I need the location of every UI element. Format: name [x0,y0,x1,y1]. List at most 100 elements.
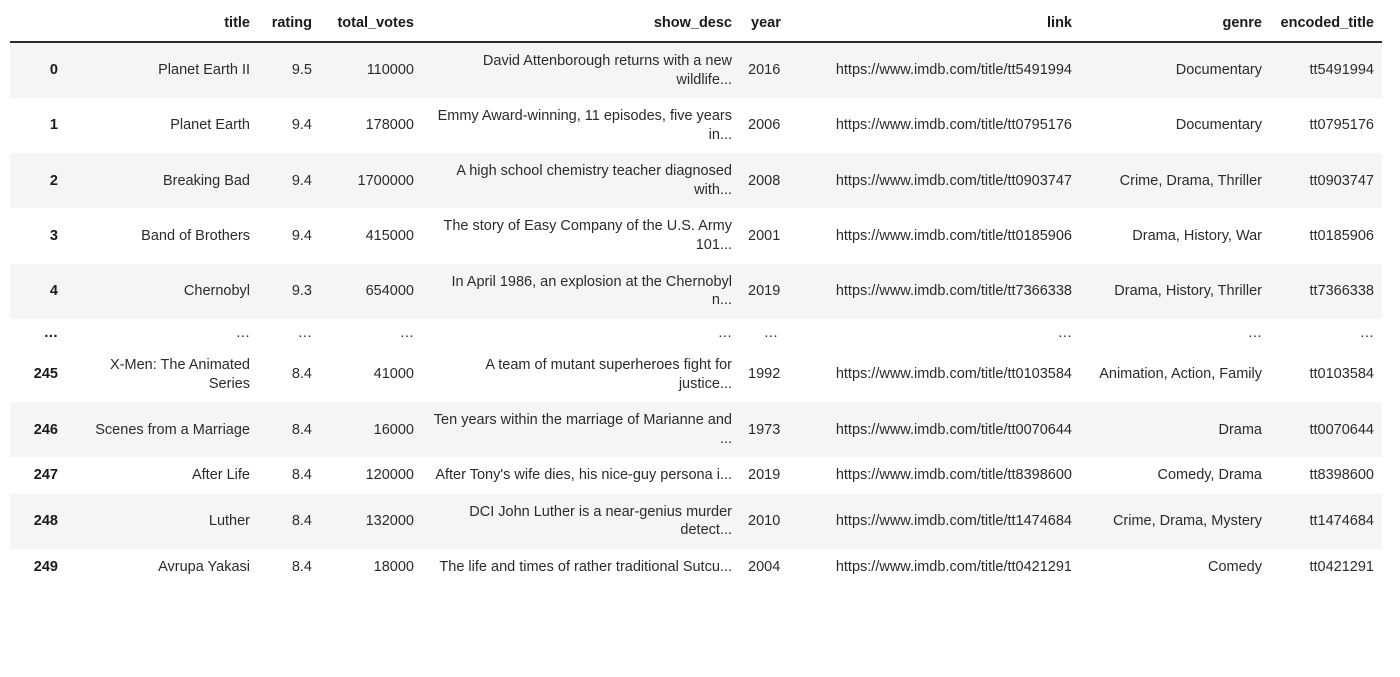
cell-title: Chernobyl [66,263,258,319]
cell-total-votes: 415000 [320,208,422,264]
cell-year: 2016 [740,42,786,99]
cell-link: https://www.imdb.com/title/tt1474684 [786,493,1080,549]
cell-rating: 8.4 [258,402,320,458]
table-row: 2 Breaking Bad 9.4 1700000 A high school che… [10,153,1382,209]
row-index: 246 [10,402,66,458]
column-header-rating[interactable]: rating [258,14,320,44]
cell-link: https://www.imdb.com/title/tt0421291 [786,548,1080,586]
table-header: title rating total_votes show_desc year … [10,14,1382,44]
cell-show-desc: A team of mutant superheroes fight for j… [422,347,740,403]
cell-show-desc: David Attenborough returns with a new wi… [422,42,740,99]
row-index: 248 [10,493,66,549]
cell-encoded-title: tt5491994 [1270,42,1382,99]
cell-title: Avrupa Yakasi [66,548,258,586]
cell-link: https://www.imdb.com/title/tt0103584 [786,347,1080,403]
cell-encoded-title: tt0070644 [1270,402,1382,458]
row-index: 4 [10,263,66,319]
table-row: 249 Avrupa Yakasi 8.4 18000 The life and tim… [10,548,1382,586]
cell-genre: Animation, Action, Family [1080,347,1270,403]
cell-ellipsis-genre: ... [1080,318,1270,348]
cell-title: Planet Earth II [66,42,258,99]
cell-genre: Drama, History, War [1080,208,1270,264]
cell-link: https://www.imdb.com/title/tt7366338 [786,263,1080,319]
cell-year: 2019 [740,457,786,494]
cell-genre: Documentary [1080,98,1270,154]
cell-total-votes: 178000 [320,98,422,154]
cell-show-desc: Ten years within the marriage of Mariann… [422,402,740,458]
column-header-link[interactable]: link [786,14,1080,44]
cell-encoded-title: tt0421291 [1270,548,1382,586]
cell-rating: 8.4 [258,347,320,403]
column-header-title[interactable]: title [66,14,258,44]
cell-genre: Drama, History, Thriller [1080,263,1270,319]
cell-title: X-Men: The Animated Series [66,347,258,403]
row-index: 249 [10,548,66,586]
cell-total-votes: 120000 [320,457,422,494]
cell-year: 2008 [740,153,786,209]
table-body: 0 Planet Earth II 9.5 110000 David Attenboro… [10,42,1382,586]
cell-title: Scenes from a Marriage [66,402,258,458]
cell-ellipsis-year: ... [740,318,786,348]
column-header-year[interactable]: year [740,14,786,44]
table-row-ellipsis: ........................... [10,318,1382,348]
column-header-encoded-title[interactable]: encoded_title [1270,14,1382,44]
cell-rating: 9.4 [258,208,320,264]
table-row: 1 Planet Earth 9.4 178000 Emmy Award-winning… [10,98,1382,154]
cell-rating: 9.4 [258,98,320,154]
column-header-index [10,14,66,44]
column-header-genre[interactable]: genre [1080,14,1270,44]
cell-year: 1973 [740,402,786,458]
table-row: 245 X-Men: The Animated Series 8.4 41000 A t… [10,347,1382,403]
cell-year: 2010 [740,493,786,549]
row-index: 245 [10,347,66,403]
cell-show-desc: The life and times of rather traditional… [422,548,740,586]
row-index: 3 [10,208,66,264]
row-index: 2 [10,153,66,209]
cell-link: https://www.imdb.com/title/tt0185906 [786,208,1080,264]
cell-ellipsis-encoded-title: ... [1270,318,1382,348]
cell-total-votes: 132000 [320,493,422,549]
cell-year: 2001 [740,208,786,264]
cell-link: https://www.imdb.com/title/tt0070644 [786,402,1080,458]
cell-rating: 9.4 [258,153,320,209]
cell-encoded-title: tt7366338 [1270,263,1382,319]
cell-genre: Comedy, Drama [1080,457,1270,494]
cell-year: 1992 [740,347,786,403]
cell-title: After Life [66,457,258,494]
cell-show-desc: After Tony's wife dies, his nice-guy per… [422,457,740,494]
cell-genre: Documentary [1080,42,1270,99]
row-index: 247 [10,457,66,494]
cell-title: Breaking Bad [66,153,258,209]
dataframe-container: title rating total_votes show_desc year … [0,14,1400,677]
cell-year: 2019 [740,263,786,319]
dataframe-table: title rating total_votes show_desc year … [10,14,1382,586]
table-row: 247 After Life 8.4 120000 After Tony's wife … [10,457,1382,494]
column-header-show-desc[interactable]: show_desc [422,14,740,44]
cell-total-votes: 41000 [320,347,422,403]
cell-ellipsis-link: ... [786,318,1080,348]
cell-link: https://www.imdb.com/title/tt0903747 [786,153,1080,209]
cell-genre: Crime, Drama, Mystery [1080,493,1270,549]
cell-show-desc: Emmy Award-winning, 11 episodes, five ye… [422,98,740,154]
cell-genre: Crime, Drama, Thriller [1080,153,1270,209]
cell-title: Luther [66,493,258,549]
cell-encoded-title: tt0103584 [1270,347,1382,403]
column-header-total-votes[interactable]: total_votes [320,14,422,44]
header-row: title rating total_votes show_desc year … [10,14,1382,44]
cell-encoded-title: tt0795176 [1270,98,1382,154]
cell-link: https://www.imdb.com/title/tt8398600 [786,457,1080,494]
cell-rating: 8.4 [258,548,320,586]
cell-ellipsis-title: ... [66,318,258,348]
table-row: 4 Chernobyl 9.3 654000 In April 1986, an exp… [10,263,1382,319]
cell-total-votes: 16000 [320,402,422,458]
cell-encoded-title: tt0185906 [1270,208,1382,264]
cell-ellipsis-rating: ... [258,318,320,348]
cell-year: 2006 [740,98,786,154]
cell-show-desc: A high school chemistry teacher diagnose… [422,153,740,209]
cell-rating: 9.3 [258,263,320,319]
cell-total-votes: 18000 [320,548,422,586]
cell-show-desc: In April 1986, an explosion at the Chern… [422,263,740,319]
cell-total-votes: 654000 [320,263,422,319]
row-index-ellipsis: ... [10,318,66,348]
table-row: 246 Scenes from a Marriage 8.4 16000 Ten yea… [10,402,1382,458]
